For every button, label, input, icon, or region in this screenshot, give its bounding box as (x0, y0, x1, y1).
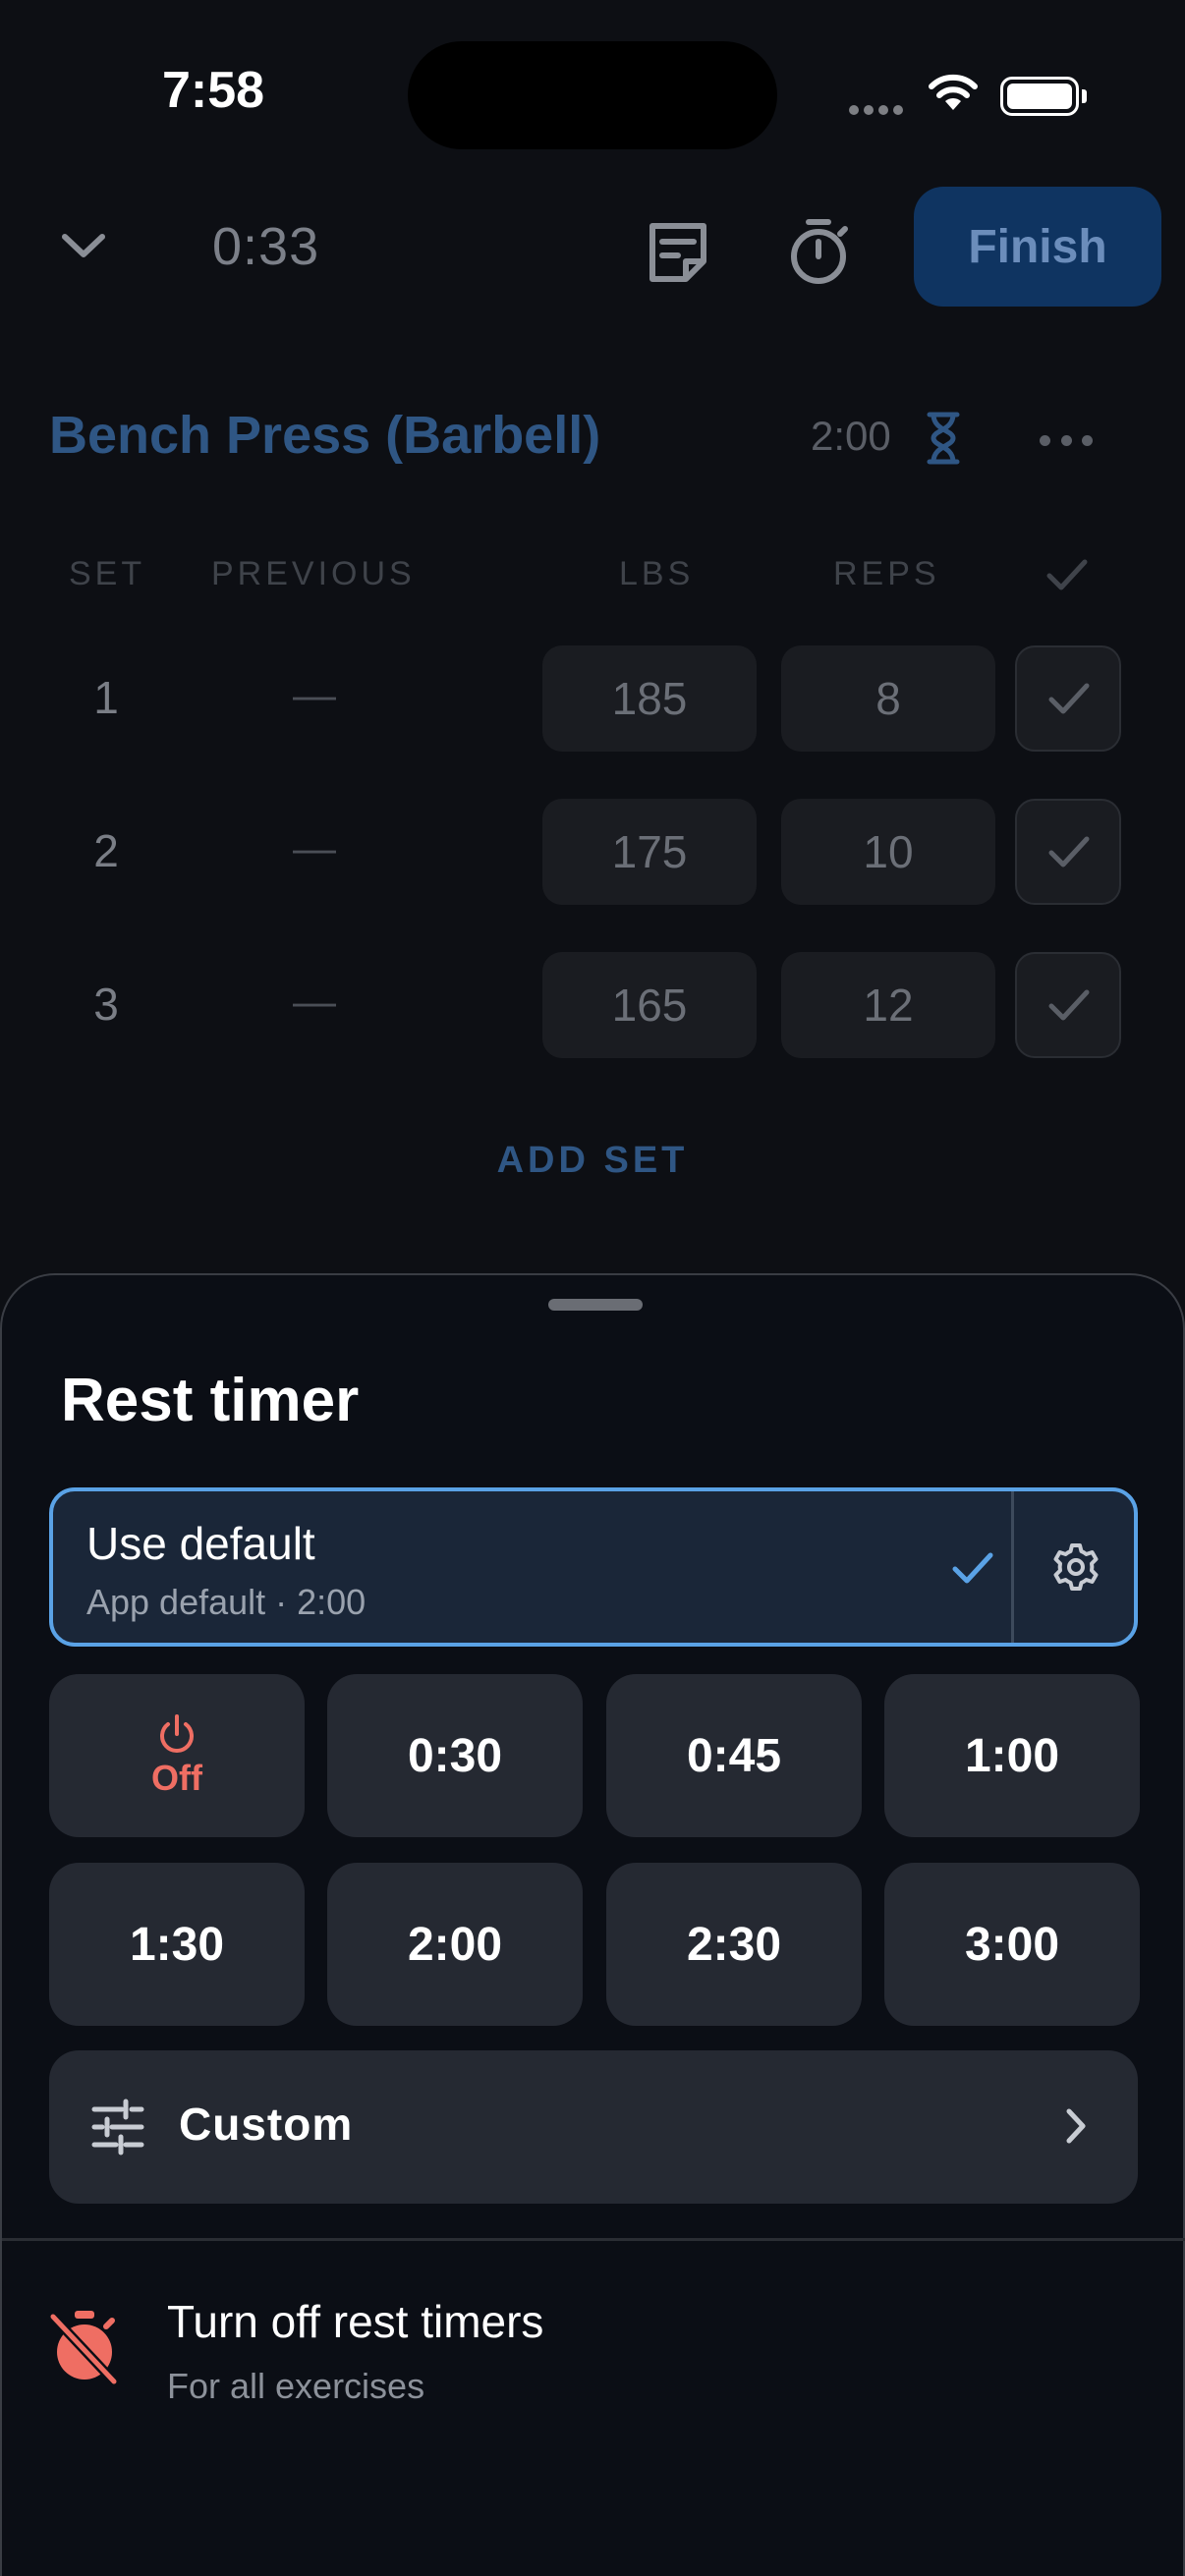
use-default-title: Use default (86, 1518, 315, 1569)
set-number: 1 (93, 672, 119, 723)
battery-icon (1000, 77, 1079, 116)
custom-rest-button[interactable]: Custom (49, 2050, 1138, 2204)
turn-off-subtitle: For all exercises (167, 2366, 425, 2406)
rest-option-off[interactable]: Off (49, 1674, 305, 1837)
rest-option-1-00[interactable]: 1:00 (884, 1674, 1140, 1837)
set-row: 3 — 165 12 (0, 952, 1185, 1060)
column-header-reps: REPS (833, 555, 940, 592)
set-row: 1 — 185 8 (0, 645, 1185, 754)
set-previous: — (293, 978, 336, 1026)
set-number: 2 (93, 825, 119, 876)
workout-topbar: 0:33 Finish (0, 187, 1185, 309)
dynamic-island (408, 41, 777, 149)
notes-icon[interactable] (639, 214, 717, 293)
check-icon (1048, 683, 1090, 714)
sliders-icon (91, 2099, 144, 2156)
rest-option-0-45[interactable]: 0:45 (606, 1674, 862, 1837)
check-icon (1048, 989, 1090, 1021)
column-header-lbs: LBS (619, 555, 695, 592)
wifi-icon (929, 74, 978, 110)
sheet-grabber[interactable] (548, 1299, 643, 1311)
battery-cap (1082, 89, 1087, 103)
turn-off-title: Turn off rest timers (167, 2296, 544, 2347)
rest-option-2-30[interactable]: 2:30 (606, 1863, 862, 2026)
use-default-subtitle: App default · 2:00 (86, 1582, 367, 1622)
timer-off-icon (48, 2311, 119, 2385)
status-bar: 7:58 (0, 0, 1185, 187)
check-icon (1048, 836, 1090, 868)
set-row: 2 — 175 10 (0, 799, 1185, 907)
set-previous: — (293, 671, 336, 719)
custom-label: Custom (179, 2099, 354, 2150)
use-default-option: Use default App default · 2:00 (49, 1487, 1138, 1647)
use-default-button[interactable]: Use default App default · 2:00 (53, 1491, 1011, 1643)
finish-button[interactable]: Finish (914, 187, 1161, 307)
column-header-check-icon (1046, 559, 1088, 590)
power-icon (160, 1714, 194, 1753)
set-previous: — (293, 824, 336, 872)
rest-option-1-30[interactable]: 1:30 (49, 1863, 305, 2026)
rest-option-3-00[interactable]: 3:00 (884, 1863, 1140, 2026)
complete-set-button[interactable] (1015, 952, 1121, 1058)
complete-set-button[interactable] (1015, 799, 1121, 905)
column-header-previous: PREVIOUS (211, 555, 416, 592)
chevron-right-icon (1066, 2108, 1086, 2144)
gear-icon (1053, 1543, 1099, 1591)
default-settings-button[interactable] (1014, 1491, 1134, 1643)
stopwatch-icon[interactable] (779, 212, 858, 291)
chevron-down-icon[interactable] (54, 216, 113, 275)
weight-input[interactable]: 185 (542, 645, 757, 752)
reps-input[interactable]: 10 (781, 799, 995, 905)
selected-check-icon (952, 1552, 993, 1584)
rest-option-0-30[interactable]: 0:30 (327, 1674, 583, 1837)
add-set-button[interactable]: ADD SET (0, 1140, 1185, 1182)
cellular-signal-icon (849, 102, 908, 120)
sheet-title: Rest timer (61, 1367, 360, 1434)
reps-input[interactable]: 12 (781, 952, 995, 1058)
weight-input[interactable]: 165 (542, 952, 757, 1058)
weight-input[interactable]: 175 (542, 799, 757, 905)
hourglass-icon[interactable] (924, 411, 963, 466)
column-header-set: SET (69, 555, 146, 592)
exercise-rest-time[interactable]: 2:00 (811, 413, 891, 460)
complete-set-button[interactable] (1015, 645, 1121, 752)
rest-option-2-00[interactable]: 2:00 (327, 1863, 583, 2026)
exercise-title[interactable]: Bench Press (Barbell) (49, 405, 600, 466)
more-options-icon[interactable] (1040, 420, 1093, 460)
elapsed-time: 0:33 (212, 217, 320, 276)
turn-off-rest-timers-button[interactable]: Turn off rest timers For all exercises (2, 2262, 1185, 2458)
reps-input[interactable]: 8 (781, 645, 995, 752)
set-number: 3 (93, 979, 119, 1030)
sheet-divider (2, 2238, 1185, 2241)
status-time: 7:58 (162, 62, 265, 119)
rest-timer-sheet: Rest timer Use default App default · 2:0… (0, 1273, 1185, 2576)
rest-option-label: Off (151, 1758, 202, 1798)
